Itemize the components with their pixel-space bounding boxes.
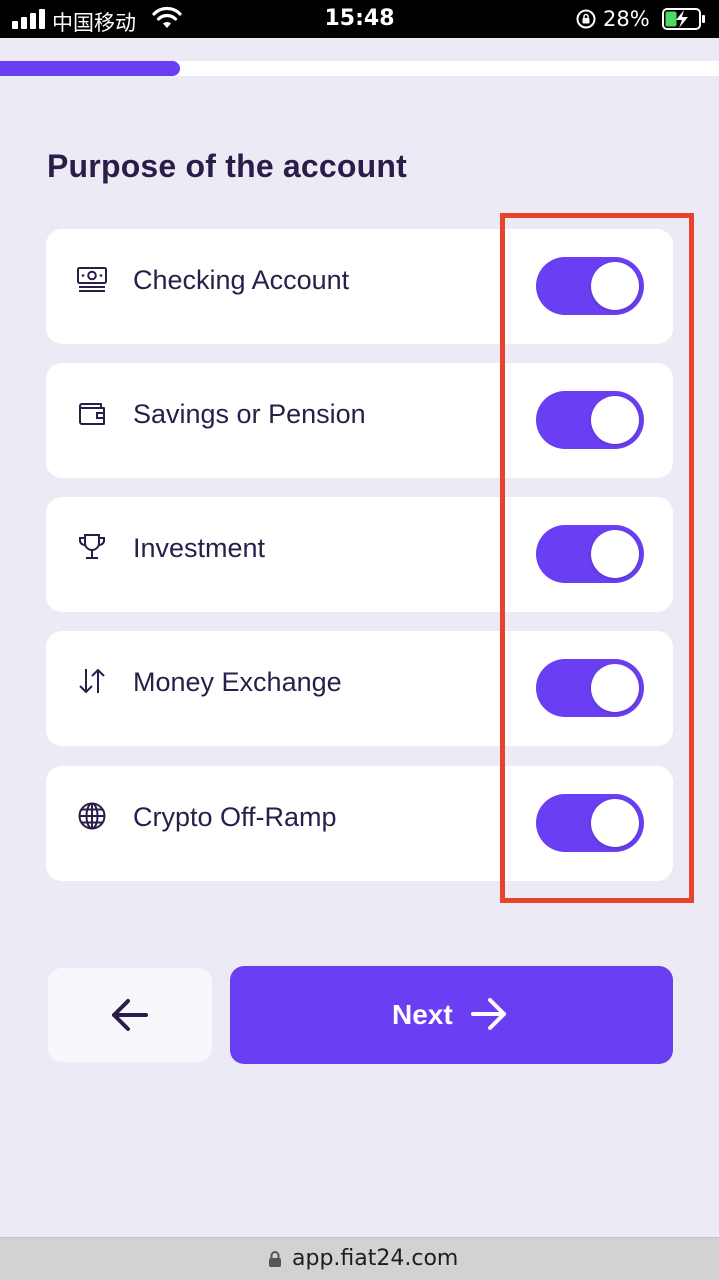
status-bar: 中国移动 15:48 28% [0, 0, 719, 38]
url-text: app.fiat24.com [292, 1246, 459, 1271]
wallet-icon [79, 403, 105, 425]
option-label: Savings or Pension [133, 399, 366, 429]
option-label: Money Exchange [133, 667, 342, 697]
battery-percent: 28% [603, 7, 650, 31]
banknote-icon [77, 267, 107, 292]
option-label: Checking Account [133, 265, 350, 295]
progress-bar [0, 61, 719, 76]
page-title: Purpose of the account [47, 148, 407, 184]
browser-url-bar[interactable]: app.fiat24.com [0, 1237, 719, 1280]
next-button-label: Next [392, 999, 453, 1030]
globe-icon [78, 802, 106, 830]
toggle-highlight-box [500, 213, 694, 903]
option-label: Investment [133, 533, 266, 563]
trophy-icon [79, 534, 105, 559]
rotation-lock-icon [576, 9, 596, 29]
next-button[interactable]: Next [230, 966, 673, 1064]
progress-bar-fill [0, 61, 180, 76]
lock-icon [269, 1251, 281, 1267]
exchange-arrows-icon [79, 668, 105, 694]
option-label: Crypto Off-Ramp [133, 802, 337, 832]
battery-charging-icon [662, 8, 705, 30]
back-button[interactable] [48, 968, 212, 1062]
arrow-right-icon [471, 998, 506, 1030]
arrow-left-icon [112, 999, 148, 1031]
